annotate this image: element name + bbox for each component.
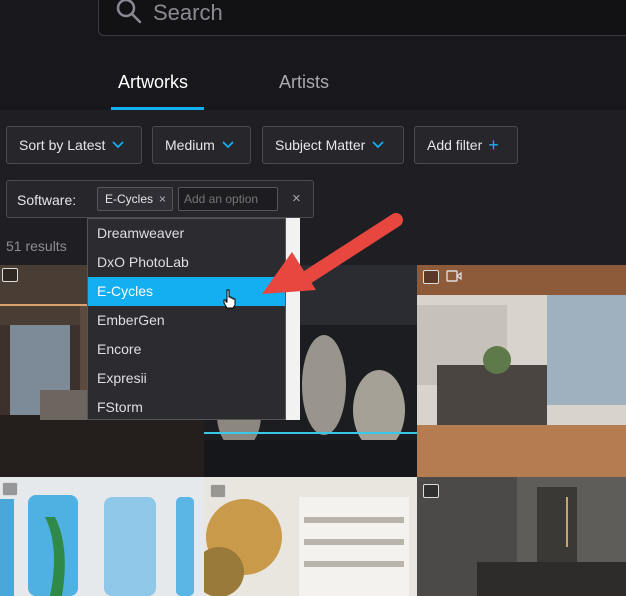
- dropdown-item[interactable]: EmberGen: [88, 306, 285, 335]
- active-tab-indicator: [111, 107, 204, 110]
- sort-label: Sort by Latest: [19, 137, 106, 153]
- software-options-dropdown: Dreamweaver DxO PhotoLab E-Cycles EmberG…: [87, 218, 286, 420]
- dropdown-item-selected[interactable]: E-Cycles: [88, 277, 285, 306]
- sort-dropdown[interactable]: Sort by Latest: [6, 126, 142, 164]
- dropdown-item[interactable]: FStorm: [88, 393, 285, 419]
- medium-dropdown[interactable]: Medium: [152, 126, 251, 164]
- plus-icon: +: [488, 135, 499, 155]
- dropdown-item[interactable]: Expresii: [88, 364, 285, 393]
- cursor-hand-icon: [223, 289, 236, 309]
- add-option-input[interactable]: [178, 187, 278, 211]
- artwork-image: [0, 477, 204, 596]
- artwork-tile-kitchen[interactable]: [417, 265, 626, 477]
- subject-matter-label: Subject Matter: [275, 137, 366, 153]
- dropdown-item[interactable]: DxO PhotoLab: [88, 248, 285, 277]
- image-icon: [2, 482, 18, 496]
- clear-filter-icon[interactable]: ×: [292, 190, 301, 207]
- add-filter-label: Add filter: [427, 137, 483, 153]
- search-placeholder: Search: [153, 0, 223, 25]
- image-icon: [423, 484, 439, 498]
- image-icon: [2, 268, 18, 282]
- subject-matter-dropdown[interactable]: Subject Matter: [262, 126, 404, 164]
- dropdown-item[interactable]: Encore: [88, 335, 285, 364]
- chevron-down-icon: [222, 141, 234, 149]
- artwork-tile-bathroom[interactable]: [417, 477, 626, 596]
- chevron-down-icon: [372, 141, 384, 149]
- artwork-tile-building[interactable]: [204, 477, 417, 596]
- results-count: 51 results: [6, 238, 67, 254]
- artwork-tile-phones[interactable]: [0, 477, 204, 596]
- tab-artists[interactable]: Artists: [279, 72, 329, 93]
- chevron-down-icon: [112, 141, 125, 149]
- artwork-image: [417, 477, 626, 596]
- software-chip-label: E-Cycles: [105, 192, 154, 206]
- add-filter-button[interactable]: Add filter +: [414, 126, 518, 164]
- image-icon: [423, 270, 439, 284]
- artwork-image: [417, 265, 626, 477]
- software-label: Software:: [17, 192, 77, 208]
- search-box[interactable]: Search: [98, 0, 626, 36]
- software-chip: E-Cycles ×: [97, 187, 173, 211]
- tab-artworks[interactable]: Artworks: [118, 72, 188, 93]
- chip-remove-icon[interactable]: ×: [159, 192, 166, 206]
- dropdown-scrollbar[interactable]: [286, 218, 300, 420]
- image-icon: [210, 484, 226, 498]
- medium-label: Medium: [165, 137, 215, 153]
- search-icon: [116, 0, 142, 24]
- video-icon: [446, 270, 462, 282]
- dropdown-item[interactable]: Dreamweaver: [88, 219, 285, 248]
- artwork-image: [204, 477, 417, 596]
